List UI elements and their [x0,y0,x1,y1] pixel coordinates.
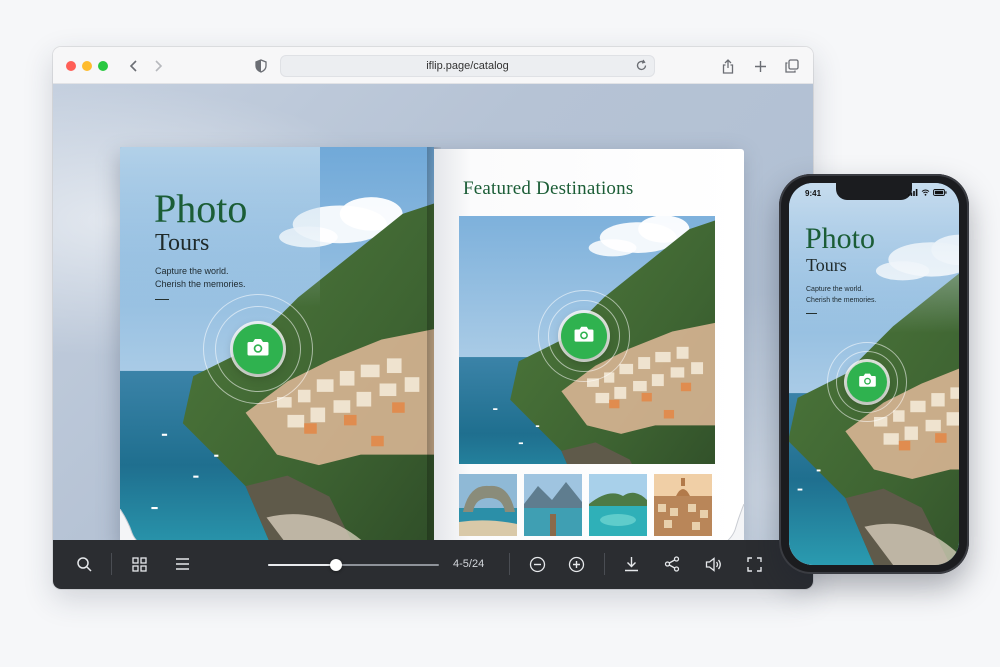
url-text: iflip.page/catalog [426,60,509,72]
phone-cover-title: Photo [805,222,876,255]
plus-icon[interactable] [751,57,769,75]
volume-icon[interactable] [702,553,724,575]
cover-tagline-2: Cherish the memories. [155,279,246,289]
close-window-button[interactable] [66,61,76,71]
camera-icon [573,325,595,348]
cover-tagline-1: Capture the world. [155,266,229,276]
status-time: 9:41 [805,189,822,198]
camera-icon [246,337,270,362]
phone-divider [806,313,817,314]
thumbnail-sea-arch[interactable] [459,474,517,536]
page-slider-handle[interactable] [330,559,343,571]
page-indicator: 4-5/24 [453,558,485,570]
tabs-overview-icon[interactable] [783,57,801,75]
chevron-left-icon[interactable] [125,57,143,75]
flipbook-viewer: Photo Tours Capture the world. Cherish t… [53,84,813,555]
menu-icon[interactable] [171,553,193,575]
camera-icon [858,372,877,393]
zoom-out-icon[interactable] [526,553,548,575]
status-icons [908,189,947,196]
viewer-toolbar: 4-5/24 [53,540,813,589]
book-page-left[interactable]: Photo Tours Capture the world. Cherish t… [120,147,434,553]
chevron-right-icon[interactable] [149,57,167,75]
reload-icon[interactable] [635,59,648,75]
search-icon[interactable] [73,553,95,575]
featured-photo[interactable] [459,216,715,464]
maximize-window-button[interactable] [98,61,108,71]
browser-window: iflip.page/catalog Photo Tours Capture t… [53,47,813,589]
camera-badge[interactable] [561,313,607,359]
signal-icon [908,189,918,196]
phone-tagline-1: Capture the world. [806,286,864,293]
address-bar[interactable]: iflip.page/catalog [280,55,655,77]
zoom-in-icon[interactable] [565,553,587,575]
thumbnail-lagoon[interactable] [589,474,647,536]
download-icon[interactable] [620,553,642,575]
phone-notch [836,183,912,200]
camera-badge[interactable] [233,324,283,374]
phone-screen[interactable]: 9:41 Photo Tours Capture the world. Cher… [789,183,959,565]
phone-device: 9:41 Photo Tours Capture the world. Cher… [779,174,969,574]
fullscreen-icon[interactable] [743,553,765,575]
minimize-window-button[interactable] [82,61,92,71]
camera-badge[interactable] [847,362,887,402]
phone-tagline-2: Cherish the memories. [806,297,877,304]
cover-title: Photo [154,186,248,231]
cover-subtitle: Tours [155,230,210,256]
wifi-icon [921,189,930,196]
share-icon[interactable] [719,57,737,75]
browser-titlebar: iflip.page/catalog [53,47,813,84]
phone-cover-subtitle: Tours [806,255,847,275]
thumbnail-lake-pier[interactable] [524,474,582,536]
battery-icon [933,189,947,196]
share-nodes-icon[interactable] [661,553,683,575]
divider [155,299,169,300]
shield-icon[interactable] [252,57,270,75]
page-slider-fill [268,564,337,566]
grid-icon[interactable] [128,553,150,575]
page-heading: Featured Destinations [463,178,634,199]
